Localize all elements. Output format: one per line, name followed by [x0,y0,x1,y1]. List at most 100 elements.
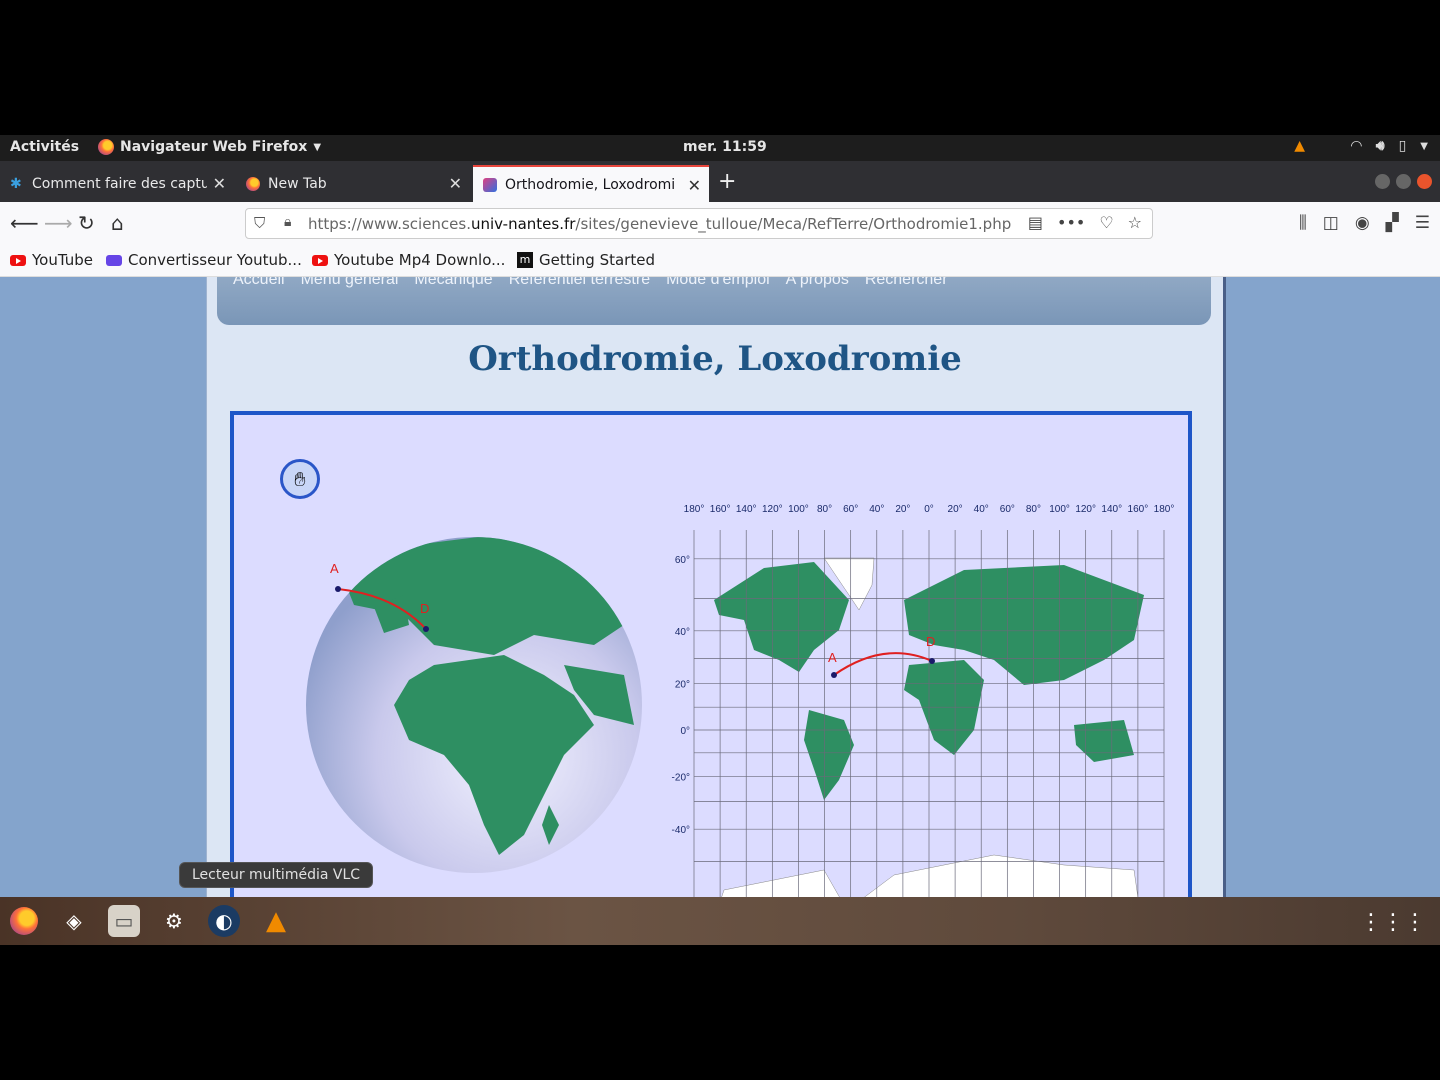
maximize-button[interactable] [1396,174,1411,189]
map-point-a[interactable] [831,672,837,678]
menu-a-propos[interactable]: A propos [786,277,849,289]
site-menu: Accueil Menu général Mécanique Référenti… [233,277,948,289]
clock[interactable]: mer. 11:59 [683,139,767,155]
forward-arrow-icon[interactable]: ⟶ [44,211,73,235]
longitude-label: 60° [843,504,858,515]
latitude-label: -20° [672,772,690,783]
tab-bar: ✱ Comment faire des captu ✕ New Tab ✕ Or… [0,161,1440,202]
site-banner: ▀▀▀ ▀▀▀▀▀▀ ▀▀▀▀ ▀▀ ▀▀▀▀▀▀▀ Accueil Menu … [217,277,1211,325]
menu-referentiel[interactable]: Référentiel terrestre [509,277,650,289]
close-window-button[interactable] [1417,174,1432,189]
steam-dock-icon[interactable]: ◐ [208,905,240,937]
sidebar-icon[interactable]: ◫ [1323,213,1339,233]
longitude-labels: 180° 160° 140° 120° 100° 80° 60° 40° 20° 0° 20° 40°… [684,504,1175,515]
caret-down-icon: ▼ [313,141,322,153]
wifi-icon[interactable]: ◠ [1351,138,1362,154]
globe-point-d[interactable] [423,626,429,632]
show-applications-grid-icon[interactable]: ⋮⋮⋮ [1360,910,1426,935]
dock: ◈ ▭ ⚙︎ ◐ ▲ ⋮⋮⋮ [0,897,1440,945]
vlc-tray-icon[interactable]: ▲ [1294,138,1305,154]
latitude-label: 40° [675,627,690,638]
bookmark-mp4-downloader[interactable]: Youtube Mp4 Downlo... [312,251,505,269]
app-menu[interactable]: Navigateur Web Firefox ▼ [98,139,321,155]
home-icon[interactable]: ⌂ [111,211,124,235]
vlc-dock-icon[interactable]: ▲ [260,905,292,937]
close-tab-icon[interactable]: ✕ [213,174,226,193]
extensions-icon[interactable]: ▞ [1386,213,1399,233]
globe-view[interactable]: A D [294,525,654,885]
system-tray: ▲ ◠ 🔊︎ ▯ ▼ [1294,138,1428,154]
reload-icon[interactable]: ↻ [78,211,95,235]
latitude-label: -40° [672,825,690,836]
menu-accueil[interactable]: Accueil [233,277,285,289]
bookmark-star-icon[interactable]: ☆ [1128,213,1142,232]
tab-orthodromie[interactable]: Orthodromie, Loxodromi ✕ [473,165,709,202]
window-controls [1375,174,1432,189]
bookmark-converter[interactable]: Convertisseur Youtub... [106,251,302,269]
desktop-screen: Activités Navigateur Web Firefox ▼ mer. … [0,135,1440,945]
account-icon[interactable]: ◉ [1355,213,1370,233]
latitude-label: 60° [675,555,690,566]
converter-icon [106,254,122,266]
menu-mode-emploi[interactable]: Mode d'emploi [666,277,770,289]
longitude-label: 160° [1128,504,1149,515]
menu-general[interactable]: Menu général [301,277,399,289]
system-menu-caret-icon[interactable]: ▼ [1420,141,1428,152]
longitude-label: 40° [974,504,989,515]
menu-rechercher[interactable]: Rechercher [865,277,948,289]
gear-favicon-icon: ✱ [10,175,22,192]
pocket-icon[interactable]: ♡ [1099,213,1113,232]
menu-mecanique[interactable]: Mécanique [414,277,492,289]
close-tab-icon[interactable]: ✕ [449,174,462,193]
tab-screenshot-guide[interactable]: ✱ Comment faire des captu ✕ [0,165,234,202]
volume-icon[interactable]: 🔊︎ [1376,138,1385,154]
tab-new-tab[interactable]: New Tab ✕ [236,165,470,202]
globe-label-a: A [330,561,339,576]
longitude-label: 40° [869,504,884,515]
library-icon[interactable]: ⫼ [1299,213,1307,233]
minimize-button[interactable] [1375,174,1390,189]
firefox-dock-icon[interactable] [8,905,40,937]
latitude-labels: 80°60°40°20°0°-20°-40°-60° [672,555,690,836]
hand-tool-icon[interactable]: ✋︎ [280,459,320,499]
bookmark-getting-started[interactable]: m Getting Started [517,251,655,269]
latitude-label: 20° [675,680,690,691]
address-bar[interactable]: ⛉ 🔒︎ https://www.sciences.univ-nantes.fr… [245,208,1153,239]
youtube-icon [10,254,26,266]
firefox-favicon-icon [246,176,260,191]
map-point-d[interactable] [929,658,935,664]
map-label-a: A [828,650,837,665]
lock-icon[interactable]: 🔒︎ [284,214,291,230]
back-arrow-icon[interactable]: ⟵ [10,211,39,235]
map-label-d: D [926,634,935,649]
world-map[interactable]: 180° 160° 140° 120° 100° 80° 60° 40° 20° 0° 20° 40°… [664,500,1184,897]
shield-icon[interactable]: ⛉ [254,214,265,232]
longitude-label: 80° [1026,504,1041,515]
activities-button[interactable]: Activités [10,139,79,155]
longitude-label: 180° [684,504,705,515]
hamburger-menu-icon[interactable]: ☰ [1415,213,1430,233]
reader-view-icon[interactable]: ▤ [1028,213,1043,232]
longitude-label: 120° [1075,504,1096,515]
page-title: Orthodromie, Loxodromie [468,339,962,379]
software-update-dock-icon[interactable]: ⚙︎ [158,905,190,937]
youtube-icon [312,254,328,266]
longitude-label: 80° [817,504,832,515]
media-player-dock-icon[interactable]: ◈ [58,905,90,937]
more-actions-icon[interactable]: ••• [1057,213,1085,232]
files-dock-icon[interactable]: ▭ [108,905,140,937]
bookmark-youtube[interactable]: YouTube [10,251,93,269]
globe-label-d: D [420,601,429,616]
close-tab-icon[interactable]: ✕ [688,176,701,195]
longitude-label: 160° [710,504,731,515]
page-viewport: ▀▀▀ ▀▀▀▀▀▀ ▀▀▀▀ ▀▀ ▀▀▀▀▀▀▀ Accueil Menu … [0,277,1440,897]
url-text[interactable]: https://www.sciences.univ-nantes.fr/site… [308,215,1011,233]
globe-point-a[interactable] [335,586,341,592]
longitude-label: 20° [948,504,963,515]
urlbar-actions: ▤ ••• ♡ ☆ [1028,213,1142,232]
simulation-applet: ✋︎ A D 180° 160° 140° 120° 100° 80° 60° … [230,411,1192,897]
battery-icon[interactable]: ▯ [1399,138,1407,154]
new-tab-button[interactable]: + [718,169,736,194]
longitude-label: 100° [1049,504,1070,515]
tab-title: Comment faire des captu [32,175,207,192]
